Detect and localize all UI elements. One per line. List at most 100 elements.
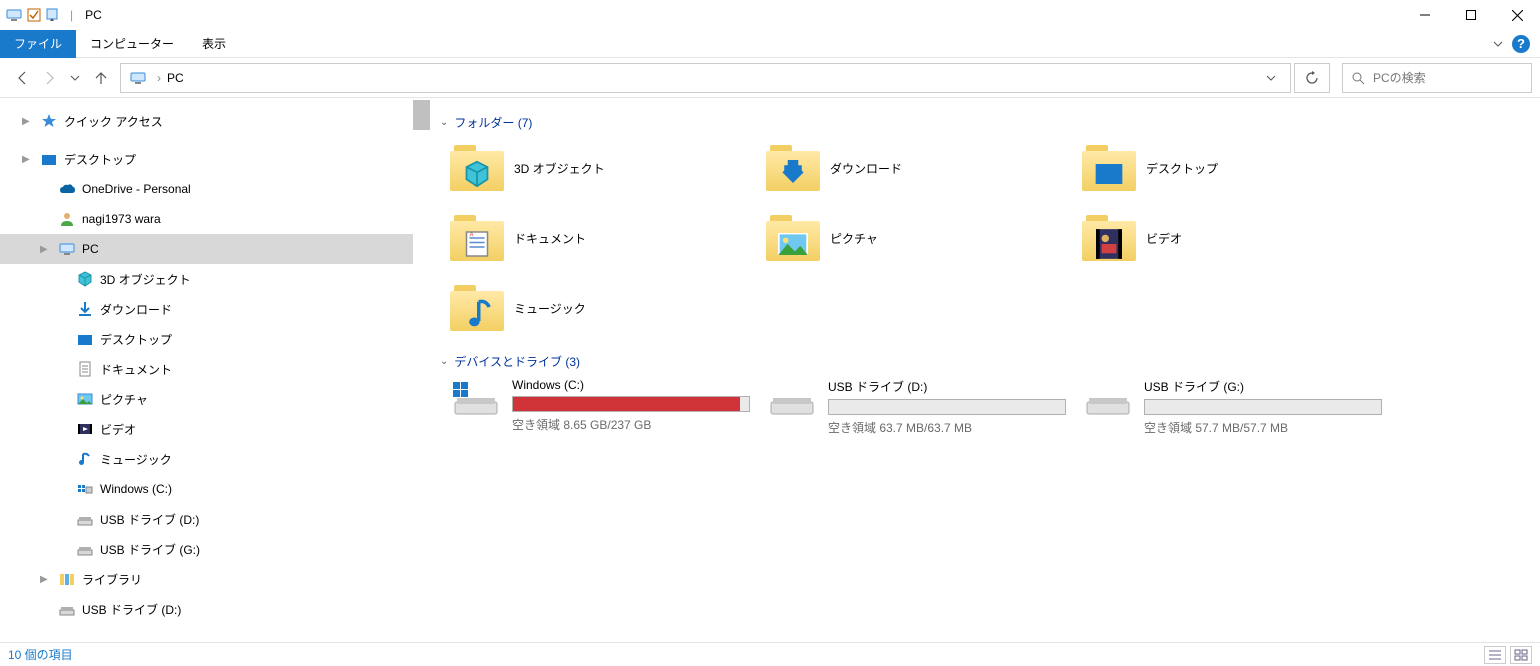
nav-onedrive[interactable]: OneDrive - Personal xyxy=(0,174,430,204)
nav-label: デスクトップ xyxy=(64,151,136,168)
nav-desktop[interactable]: ▶ デスクトップ xyxy=(0,144,430,174)
drive-icon xyxy=(450,378,502,418)
search-box[interactable]: PCの検索 xyxy=(1342,63,1532,93)
minimize-button[interactable] xyxy=(1402,0,1448,30)
address-bar[interactable]: › PC xyxy=(120,63,1291,93)
recent-dropdown-button[interactable] xyxy=(66,69,84,87)
tab-file[interactable]: ファイル xyxy=(0,30,76,58)
nav-pictures[interactable]: ピクチャ xyxy=(0,384,430,414)
maximize-button[interactable] xyxy=(1448,0,1494,30)
nav-quick-access[interactable]: ▶ クイック アクセス xyxy=(0,106,430,136)
chevron-down-icon[interactable]: ⌄ xyxy=(440,356,448,367)
navbar: › PC PCの検索 xyxy=(0,58,1540,98)
usb-drive-icon xyxy=(76,510,94,528)
nav-label: ダウンロード xyxy=(100,301,172,318)
group-header-folders[interactable]: ⌄ フォルダー (7) xyxy=(440,114,1530,131)
pictures-icon xyxy=(76,390,94,408)
chevron-right-icon[interactable]: ▶ xyxy=(22,154,34,165)
nav-drive-d[interactable]: USB ドライブ (D:) xyxy=(0,504,430,534)
usb-drive-icon xyxy=(58,600,76,618)
drive-free-text: 空き領域 8.65 GB/237 GB xyxy=(512,416,750,433)
folder-label: ミュージック xyxy=(514,300,586,317)
music-icon xyxy=(76,450,94,468)
nav-pc[interactable]: ▶ PC xyxy=(0,234,430,264)
nav-downloads[interactable]: ダウンロード xyxy=(0,294,430,324)
group-header-devices[interactable]: ⌄ デバイスとドライブ (3) xyxy=(440,353,1530,370)
drive-name: USB ドライブ (G:) xyxy=(1144,378,1382,395)
folder-desktop[interactable]: デスクトップ xyxy=(1072,139,1382,197)
folder-icon xyxy=(450,285,504,331)
forward-button[interactable] xyxy=(40,69,58,87)
folder-label: ダウンロード xyxy=(830,160,902,177)
nav-videos[interactable]: ビデオ xyxy=(0,414,430,444)
drive-name: Windows (C:) xyxy=(512,378,750,392)
up-button[interactable] xyxy=(92,69,110,87)
nav-label: ミュージック xyxy=(100,451,172,468)
folder-downloads[interactable]: ダウンロード xyxy=(756,139,1066,197)
view-details-button[interactable] xyxy=(1484,646,1506,664)
nav-label: 3D オブジェクト xyxy=(100,271,191,288)
nav-desktop-folder[interactable]: デスクトップ xyxy=(0,324,430,354)
pc-icon xyxy=(6,7,22,23)
help-icon[interactable]: ? xyxy=(1512,35,1530,53)
address-location[interactable]: PC xyxy=(167,71,1266,85)
chevron-right-icon[interactable]: ▶ xyxy=(22,116,34,127)
nav-lib-drive-d[interactable]: USB ドライブ (D:) xyxy=(0,594,430,624)
pc-icon xyxy=(58,240,76,258)
tab-view[interactable]: 表示 xyxy=(188,30,240,58)
folder-videos[interactable]: ビデオ xyxy=(1072,209,1382,267)
back-button[interactable] xyxy=(14,69,32,87)
chevron-right-icon[interactable]: ▶ xyxy=(40,574,52,585)
scrollbar[interactable] xyxy=(413,98,430,642)
nav-music[interactable]: ミュージック xyxy=(0,444,430,474)
nav-label: USB ドライブ (D:) xyxy=(100,511,199,528)
tab-computer[interactable]: コンピューター xyxy=(76,30,188,58)
nav-3d-objects[interactable]: 3D オブジェクト xyxy=(0,264,430,294)
drive-free-text: 空き領域 63.7 MB/63.7 MB xyxy=(828,419,1066,436)
ribbon: ファイル コンピューター 表示 ? xyxy=(0,30,1540,58)
qat-dropdown-icon[interactable] xyxy=(46,7,62,23)
drive-g[interactable]: USB ドライブ (G:) 空き領域 57.7 MB/57.7 MB xyxy=(1072,378,1382,436)
usb-drive-icon xyxy=(1082,378,1134,418)
folder-3d-objects[interactable]: 3D オブジェクト xyxy=(440,139,750,197)
qat-checkbox-icon[interactable] xyxy=(26,7,42,23)
nav-label: USB ドライブ (D:) xyxy=(82,601,181,618)
nav-documents[interactable]: ドキュメント xyxy=(0,354,430,384)
chevron-down-icon[interactable]: ⌄ xyxy=(440,117,448,128)
close-button[interactable] xyxy=(1494,0,1540,30)
folder-icon xyxy=(1082,145,1136,191)
group-label: デバイスとドライブ (3) xyxy=(454,353,580,370)
nav-libraries[interactable]: ▶ ライブラリ xyxy=(0,564,430,594)
folder-label: ビデオ xyxy=(1146,230,1182,247)
video-icon xyxy=(76,420,94,438)
star-icon xyxy=(40,112,58,130)
address-dropdown-button[interactable] xyxy=(1266,73,1286,83)
search-icon xyxy=(1351,71,1365,85)
folder-documents[interactable]: A ドキュメント xyxy=(440,209,750,267)
folder-icon: A xyxy=(450,215,504,261)
onedrive-icon xyxy=(58,180,76,198)
nav-label: OneDrive - Personal xyxy=(82,182,191,196)
chevron-right-icon[interactable]: ▶ xyxy=(40,244,52,255)
nav-label: ドキュメント xyxy=(100,361,172,378)
folder-label: デスクトップ xyxy=(1146,160,1218,177)
status-item-count: 10 個の項目 xyxy=(8,646,73,663)
drive-c[interactable]: Windows (C:) 空き領域 8.65 GB/237 GB xyxy=(440,378,750,436)
drive-usage-bar xyxy=(1144,399,1382,415)
window-title: PC xyxy=(85,8,102,22)
statusbar: 10 個の項目 xyxy=(0,642,1540,666)
nav-user[interactable]: nagi1973 wara xyxy=(0,204,430,234)
desktop-icon xyxy=(40,150,58,168)
refresh-button[interactable] xyxy=(1294,63,1330,93)
nav-drive-c[interactable]: Windows (C:) xyxy=(0,474,430,504)
folder-pictures[interactable]: ピクチャ xyxy=(756,209,1066,267)
folder-music[interactable]: ミュージック xyxy=(440,279,750,337)
folder-icon xyxy=(450,145,504,191)
address-separator-icon[interactable]: › xyxy=(157,71,161,85)
nav-drive-g[interactable]: USB ドライブ (G:) xyxy=(0,534,430,564)
titlebar: | PC xyxy=(0,0,1540,30)
ribbon-expand-icon[interactable] xyxy=(1492,38,1504,50)
download-icon xyxy=(76,300,94,318)
drive-d[interactable]: USB ドライブ (D:) 空き領域 63.7 MB/63.7 MB xyxy=(756,378,1066,436)
view-large-icons-button[interactable] xyxy=(1510,646,1532,664)
